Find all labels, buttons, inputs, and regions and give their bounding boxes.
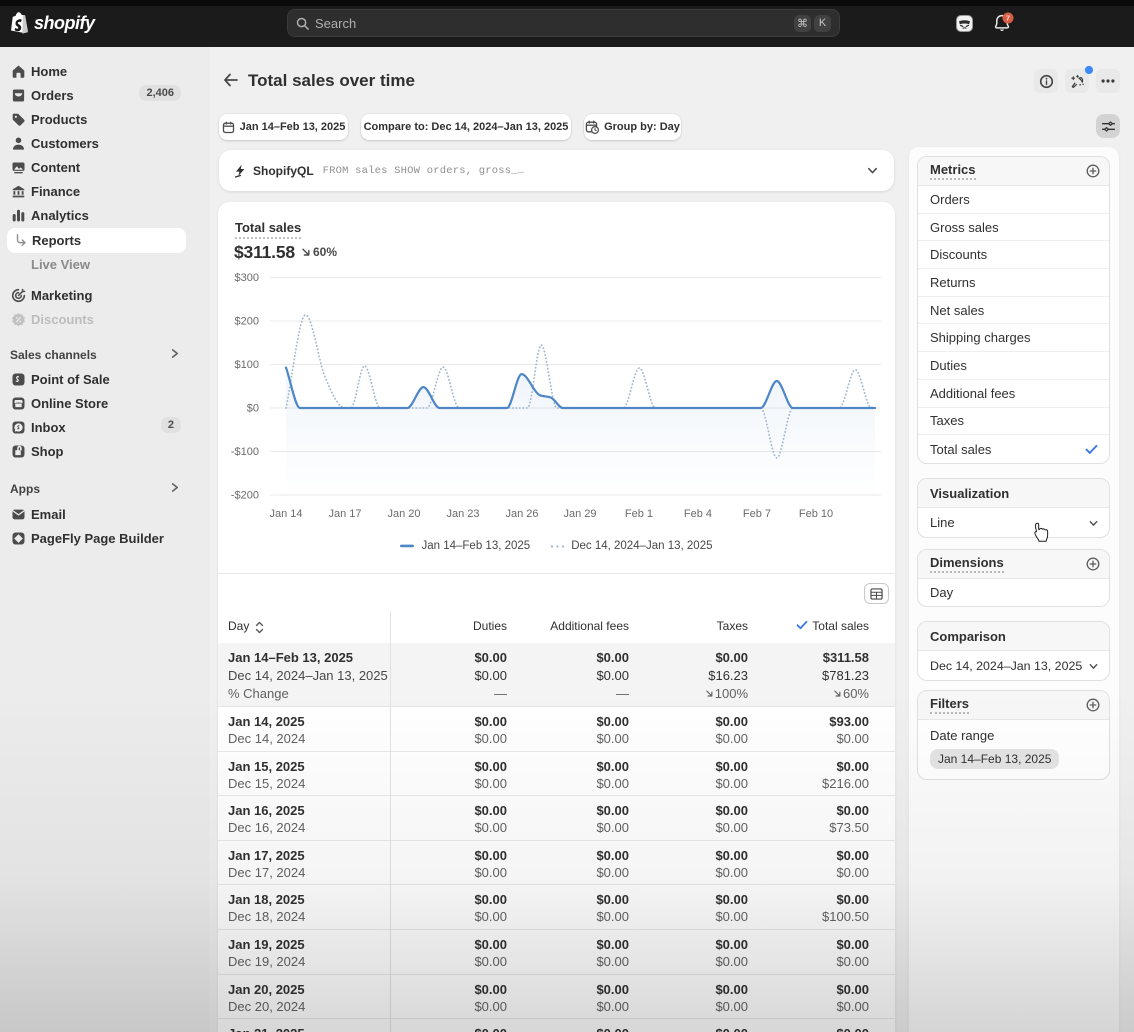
svg-text:7: 7 <box>1006 14 1010 23</box>
